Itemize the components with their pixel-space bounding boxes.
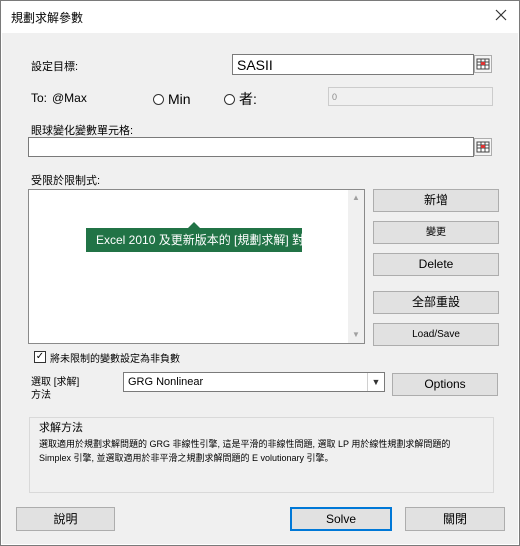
info-tooltip: Excel 2010 及更新版本的 [規劃求解] 對話 [86,228,302,252]
range-picker-icon [475,139,491,155]
dialog-body: 設定目標: SASII To: @Max Min 者: 0 眼球變化變數單元格:… [2,33,518,544]
value-of-radio-circle[interactable] [224,93,235,105]
non-negative-label: 將未限制的變數設定為非負數 [50,354,180,365]
min-radio-label: Min [168,91,191,107]
reset-all-button[interactable]: 全部重設 [373,291,499,314]
title-bar: 規劃求解參數 [1,1,519,33]
min-radio-circle[interactable] [153,93,164,105]
close-icon[interactable] [493,7,509,23]
close-button[interactable]: 關閉 [405,507,505,531]
range-picker-icon [475,56,491,72]
solving-method-description: 選取適用於規劃求解問題的 GRG 非線性引擎, 這是平滑的非線性問題, 選取 L… [39,439,451,463]
add-button[interactable]: 新增 [373,189,499,212]
dialog-title: 規劃求解參數 [11,11,84,25]
to-max-label[interactable]: @Max [52,91,87,105]
solving-method-value: GRG Nonlinear [128,376,204,388]
set-objective-label: 設定目標: [31,61,79,73]
delete-button[interactable]: Delete [373,253,499,276]
scroll-up-icon[interactable]: ▲ [348,190,364,206]
solving-method-select[interactable]: GRG Nonlinear ▼ [123,372,385,392]
change-button[interactable]: 變更 [373,221,499,244]
solving-method-title: 求解方法 [39,422,83,434]
load-save-button[interactable]: Load/Save [373,323,499,346]
value-of-radio-label: 者: [239,91,257,107]
set-objective-input[interactable]: SASII [232,54,474,75]
objective-range-picker-button[interactable] [474,55,492,73]
constraints-scrollbar[interactable]: ▲ ▼ [348,190,364,343]
to-label: To: [31,91,48,105]
options-button[interactable]: Options [392,373,498,396]
set-objective-value: SASII [237,57,273,73]
constraints-label: 受限於限制式: [31,175,101,187]
value-of-value: 0 [332,92,338,102]
non-negative-checkbox[interactable]: ✓ [34,351,46,363]
solve-button[interactable]: Solve [290,507,392,531]
value-of-radio[interactable]: 者: [224,89,257,109]
min-radio[interactable]: Min [153,91,191,107]
method-label-line2: 方法 [31,390,51,401]
changing-cells-input[interactable] [28,137,474,157]
value-of-input[interactable]: 0 [328,87,493,106]
changing-range-picker-button[interactable] [474,138,492,156]
solver-dialog: 規劃求解參數 設定目標: SASII To: @Max Min 者: 0 眼球變… [0,0,520,546]
changing-cells-label: 眼球變化變數單元格: [31,125,134,137]
help-button[interactable]: 說明 [16,507,115,531]
constraints-list[interactable]: ▲ ▼ [28,189,365,344]
chevron-down-icon[interactable]: ▼ [367,373,384,391]
scroll-down-icon[interactable]: ▼ [348,327,364,343]
